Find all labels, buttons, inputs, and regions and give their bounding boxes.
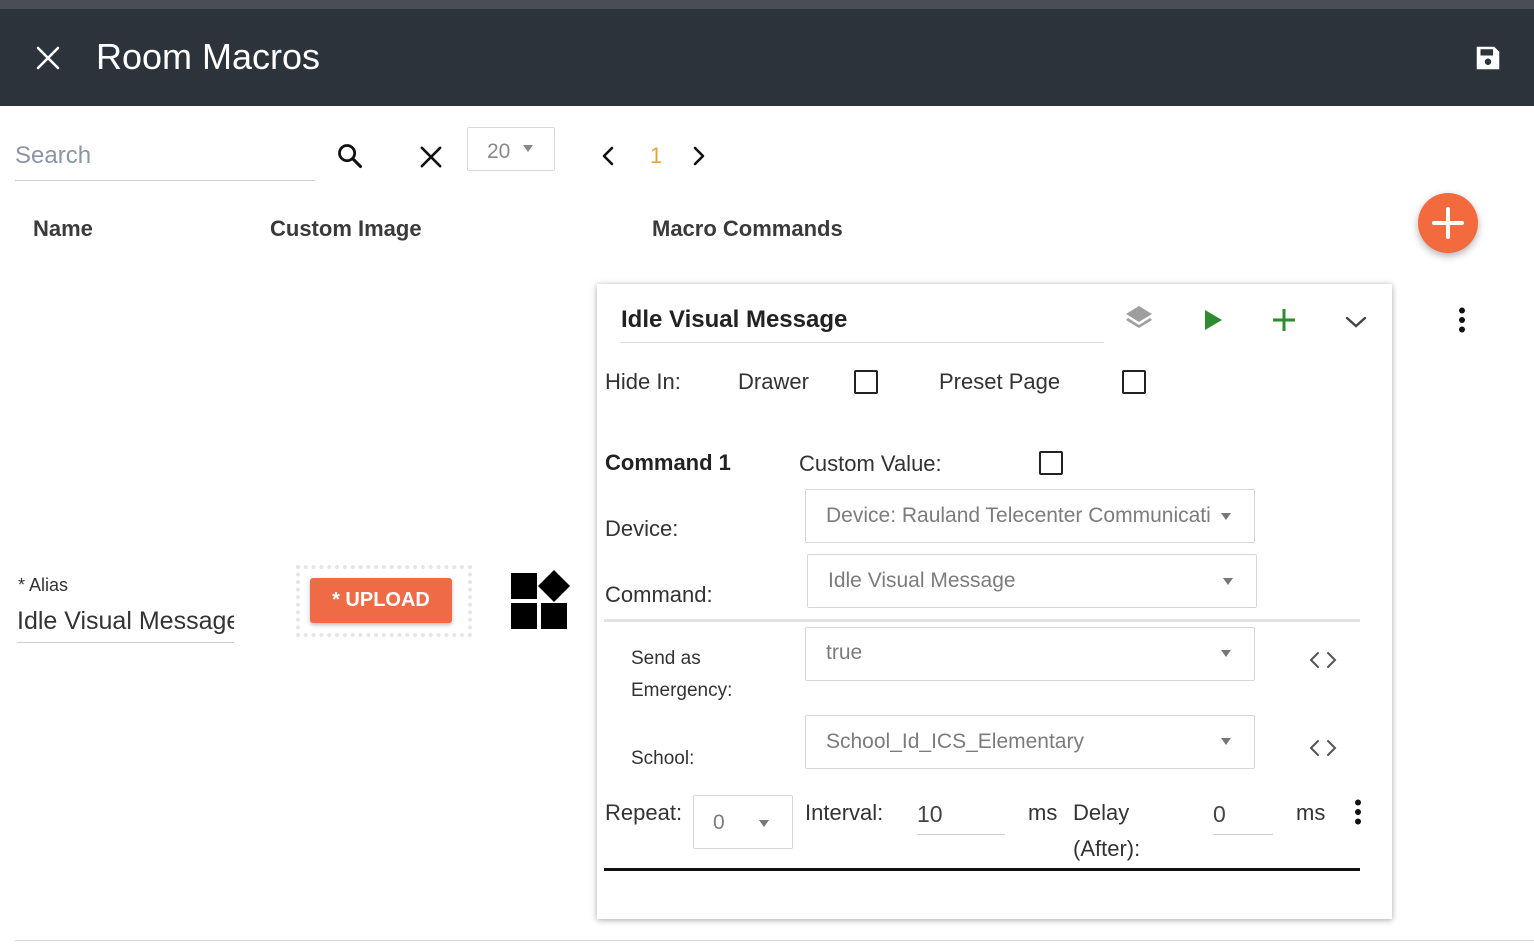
- hide-preset-page-checkbox[interactable]: [1122, 370, 1146, 394]
- search-button[interactable]: [332, 138, 368, 174]
- chevron-right-icon: [693, 146, 705, 166]
- page-size-select[interactable]: 20: [467, 127, 555, 171]
- command-select-value: Idle Visual Message: [828, 569, 1016, 592]
- code-toggle-button[interactable]: [1305, 644, 1341, 676]
- code-toggle-button[interactable]: [1305, 732, 1341, 764]
- delay-label-line1: Delay: [1073, 800, 1130, 825]
- page-size-value: 20: [487, 140, 511, 163]
- custom-value-label: Custom Value:: [799, 451, 942, 476]
- interval-input[interactable]: [917, 794, 1005, 834]
- chevron-down-icon: [1221, 513, 1231, 520]
- send-emergency-label-line2: Emergency:: [631, 680, 733, 701]
- close-icon: [420, 146, 442, 168]
- prev-page-button[interactable]: [594, 142, 622, 170]
- repeat-select[interactable]: 0: [693, 795, 793, 849]
- repeat-select-value: 0: [713, 811, 725, 834]
- next-page-button[interactable]: [685, 142, 713, 170]
- page-title: Room Macros: [96, 36, 321, 77]
- add-macro-button[interactable]: [1418, 193, 1478, 253]
- macro-card: Idle Visual Message Hide In: Drawer Pres…: [597, 284, 1392, 919]
- section-divider: [604, 619, 1360, 622]
- custom-value-checkbox[interactable]: [1039, 451, 1063, 475]
- alias-label: * Alias: [18, 575, 69, 595]
- delay-input[interactable]: [1213, 794, 1273, 834]
- interval-label: Interval:: [805, 800, 884, 825]
- send-emergency-select[interactable]: true: [805, 627, 1255, 681]
- app-header: Room Macros: [0, 9, 1534, 106]
- clear-search-button[interactable]: [413, 139, 449, 175]
- chevron-left-icon: [602, 146, 614, 166]
- row-options-button[interactable]: [1447, 304, 1477, 336]
- layers-button[interactable]: [1121, 300, 1157, 336]
- collapse-button[interactable]: [1338, 304, 1374, 340]
- upload-button[interactable]: * UPLOAD: [310, 578, 452, 623]
- code-icon: [1309, 740, 1337, 756]
- drawer-label: Drawer: [738, 369, 809, 394]
- row-divider: [15, 940, 1534, 941]
- plus-icon: [1273, 309, 1295, 331]
- chevron-down-icon: [1221, 650, 1231, 657]
- school-select-value: School_Id_ICS_Elementary: [826, 730, 1084, 753]
- widgets-icon: [509, 569, 573, 633]
- play-macro-button[interactable]: [1195, 302, 1231, 338]
- search-input[interactable]: [15, 132, 315, 180]
- close-icon: [36, 46, 60, 70]
- column-header-name: Name: [33, 216, 93, 241]
- command-heading: Command 1: [605, 450, 731, 475]
- chevron-down-icon: [1345, 316, 1367, 328]
- current-page-number[interactable]: 1: [650, 143, 662, 169]
- command-select[interactable]: Idle Visual Message: [807, 554, 1257, 608]
- device-label: Device:: [605, 516, 679, 541]
- delay-unit: ms: [1296, 800, 1326, 825]
- send-emergency-select-value: true: [826, 641, 863, 664]
- interval-unit: ms: [1028, 800, 1058, 825]
- repeat-label: Repeat:: [605, 800, 683, 825]
- device-select[interactable]: Device: Rauland Telecenter Communication…: [805, 489, 1255, 543]
- code-icon: [1309, 652, 1337, 668]
- layers-icon: [1126, 306, 1152, 328]
- search-icon: [338, 144, 363, 169]
- hide-in-label: Hide In:: [605, 369, 681, 394]
- add-command-button[interactable]: [1266, 302, 1302, 338]
- play-icon: [1205, 310, 1222, 330]
- more-vertical-icon: [1459, 307, 1465, 333]
- delay-label-line2: (After):: [1073, 836, 1141, 861]
- chevron-down-icon: [759, 820, 769, 827]
- macro-title[interactable]: Idle Visual Message: [621, 306, 847, 334]
- column-header-custom-image: Custom Image: [270, 216, 422, 241]
- interval-field[interactable]: [917, 794, 1005, 835]
- more-vertical-icon: [1355, 799, 1361, 825]
- school-select[interactable]: School_Id_ICS_Elementary: [805, 715, 1255, 769]
- top-border: [0, 0, 1534, 9]
- plus-icon: [1432, 207, 1464, 239]
- save-button[interactable]: [1468, 38, 1508, 78]
- command-bottom-divider: [604, 868, 1360, 871]
- send-emergency-label-line1: Send as: [631, 648, 701, 669]
- close-button[interactable]: [28, 38, 68, 78]
- command-options-button[interactable]: [1343, 796, 1373, 828]
- school-label: School:: [631, 748, 695, 769]
- chevron-down-icon: [1221, 738, 1231, 745]
- alias-field[interactable]: [17, 600, 234, 643]
- delay-field[interactable]: [1213, 794, 1273, 835]
- chevron-down-icon: [523, 145, 533, 152]
- chevron-down-icon: [1223, 578, 1233, 585]
- search-field[interactable]: [15, 132, 315, 181]
- save-icon: [1476, 46, 1500, 70]
- column-header-macro-commands: Macro Commands: [652, 216, 843, 241]
- device-select-value: Device: Rauland Telecenter Communication…: [826, 504, 1210, 527]
- command-label: Command:: [605, 582, 713, 607]
- alias-input[interactable]: [17, 600, 234, 642]
- macro-title-underline: [621, 342, 1104, 343]
- hide-drawer-checkbox[interactable]: [854, 370, 878, 394]
- preset-page-label: Preset Page: [939, 369, 1061, 394]
